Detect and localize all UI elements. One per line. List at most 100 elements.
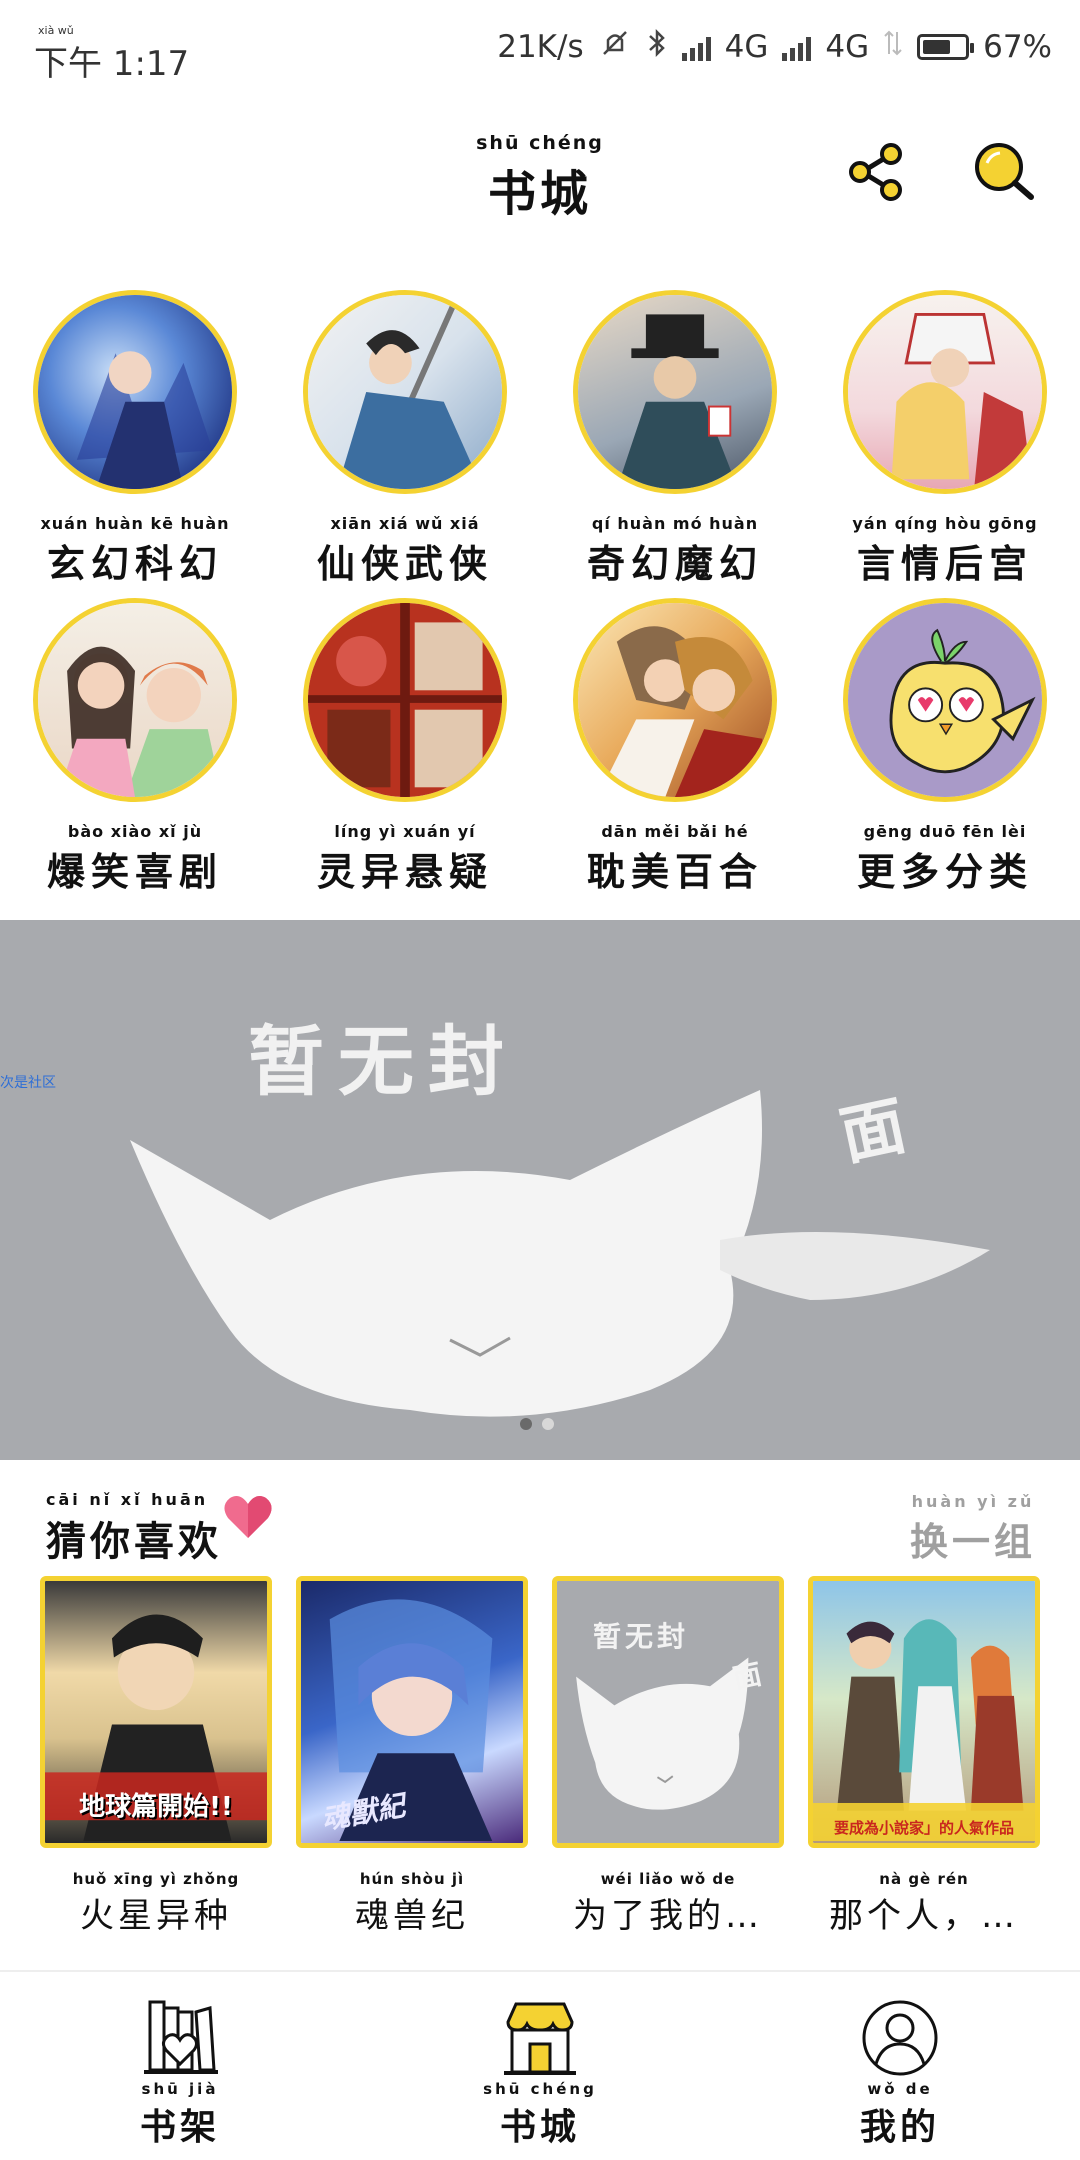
category-label: dān měi bǎi hé 耽美百合 [587,822,763,896]
category-xuanhuan[interactable]: xuán huàn kē huàn 玄幻科幻 [0,290,270,598]
data-arrows-icon [883,28,903,66]
category-pinyin: xuán huàn kē huàn [40,514,230,533]
category-pinyin: dān měi bǎi hé [601,822,749,841]
recommend-title-pinyin: cāi nǐ xǐ huān [46,1490,209,1509]
page-title: shū chéng 书城 [0,132,1080,224]
category-pinyin: xiān xiá wǔ xiá [330,514,480,533]
status-time: xià wǔ 下午 1:17 [34,24,190,85]
book-card[interactable]: 要成為小說家」的人氣作品 nà gè rén 那个人，… [808,1576,1040,1937]
carousel-dot[interactable] [542,1418,554,1430]
book-title-pinyin: huǒ xīng yì zhǒng [72,1870,240,1888]
banner-tag: 次是社区 [0,1075,56,1091]
book-cover-text: 要成為小說家」的人氣作品 [833,1819,1014,1837]
status-time-text: 下午 1:17 [34,44,190,84]
category-name: 灵异悬疑 [316,850,493,894]
nav-label: shū chéng 书城 [483,2080,597,2150]
category-label: xuán huàn kē huàn 玄幻科幻 [40,514,229,588]
category-image [33,598,237,802]
book-title-pinyin: hún shòu jì [359,1870,465,1888]
category-image [303,598,507,802]
nav-label: wǒ de 我的 [860,2080,940,2150]
book-title: hún shòu jì 魂兽纪 [296,1870,528,1937]
nav-label: shū jià 书架 [140,2080,220,2150]
category-label: xiān xiá wǔ xiá 仙侠武侠 [317,514,493,588]
battery-icon [917,34,975,60]
header: shū chéng 书城 [0,96,1080,266]
category-image [33,290,237,494]
book-card[interactable]: 地球篇開始!! huǒ xīng yì zhǒng 火星异种 [40,1576,272,1937]
battery-percent: 67% [983,29,1052,65]
category-pinyin: gēng duō fēn lèi [863,822,1027,841]
category-row: bào xiào xǐ jù 爆笑喜剧 líng yì xuán yí 灵异悬疑… [0,598,1080,906]
store-icon [504,2002,576,2075]
nav-pinyin: shū jià [141,2080,219,2098]
category-name: 奇幻魔幻 [586,542,763,586]
category-image [843,290,1047,494]
category-row: xuán huàn kē huàn 玄幻科幻 xiān xiá wǔ xiá 仙… [0,290,1080,598]
page-title-text: 书城 [487,166,592,222]
category-image [573,290,777,494]
book-title: wéi liǎo wǒ de 为了我的… [552,1870,784,1937]
book-title-text: 火星异种 [80,1896,232,1936]
signal-icon-2 [782,33,812,61]
bluetooth-icon [646,26,668,68]
nav-pinyin: shū chéng [483,2080,597,2098]
heart-icon [224,1496,272,1538]
category-pinyin: bào xiào xǐ jù [67,822,203,841]
placeholder-cat-image [130,1090,990,1417]
category-baoxiao[interactable]: bào xiào xǐ jù 爆笑喜剧 [0,598,270,906]
status-bar: xià wǔ 下午 1:17 21K/s 4G 4G 67% [0,0,1080,96]
category-yanqing[interactable]: yán qíng hòu gōng 言情后宫 [810,290,1080,598]
category-qihuan[interactable]: qí huàn mó huàn 奇幻魔幻 [540,290,810,598]
category-name: 玄幻科幻 [46,542,223,586]
carousel-dot[interactable] [520,1418,532,1430]
nav-mine[interactable]: wǒ de 我的 [720,1972,1080,2160]
book-title: huǒ xīng yì zhǒng 火星异种 [40,1870,272,1937]
nav-text: 书架 [139,2107,220,2148]
book-cover: 要成為小說家」的人氣作品 [808,1576,1040,1848]
status-time-pinyin: xià wǔ [38,24,74,37]
share-button[interactable] [836,132,916,212]
search-button[interactable] [964,132,1044,212]
page-title-pinyin: shū chéng [476,132,604,154]
category-name: 耽美百合 [586,850,763,894]
category-name: 言情后宫 [856,542,1033,586]
book-title: nà gè rén 那个人，… [808,1870,1040,1937]
book-title-text: 那个人，… [829,1896,1019,1936]
category-label: yán qíng hòu gōng 言情后宫 [852,514,1037,588]
category-name: 更多分类 [856,850,1033,894]
category-name: 仙侠武侠 [316,542,493,586]
refresh-pinyin: huàn yì zǔ [911,1492,1035,1511]
category-label: bào xiào xǐ jù 爆笑喜剧 [47,822,223,896]
book-card[interactable]: 魂獸紀 hún shòu jì 魂兽纪 [296,1576,528,1937]
category-label: gēng duō fēn lèi 更多分类 [857,822,1033,896]
book-cover: 暂无封 面 [552,1576,784,1848]
book-cover-text: 地球篇開始!! [79,1792,233,1822]
book-title-text: 魂兽纪 [355,1896,469,1936]
category-pinyin: líng yì xuán yí [334,822,476,841]
book-card[interactable]: 暂无封 面 wéi liǎo wǒ de 为了我的… [552,1576,784,1937]
search-icon [975,143,1034,200]
category-lingyi[interactable]: líng yì xuán yí 灵异悬疑 [270,598,540,906]
carousel-indicators [520,1418,554,1430]
category-image [843,598,1047,802]
category-pinyin: qí huàn mó huàn [591,514,759,533]
book-cover: 地球篇開始!! [40,1576,272,1848]
nav-bookstore[interactable]: shū chéng 书城 [360,1972,720,2160]
network-type-2: 4G [825,29,870,65]
nav-pinyin: wǒ de [867,2080,933,2098]
status-icons: 21K/s 4G 4G 67% [497,26,1052,68]
recommend-section: cāi nǐ xǐ huān 猜你喜欢 huàn yì zǔ 换一组 地球篇開始… [0,1480,1080,1936]
nav-bookshelf[interactable]: shū jià 书架 [0,1972,360,2160]
recommend-title-text: 猜你喜欢 [46,1519,222,1565]
bookshelf-icon [144,2000,218,2074]
category-xianxia[interactable]: xiān xiá wǔ xiá 仙侠武侠 [270,290,540,598]
banner-carousel[interactable]: 次是社区 暂无封 面 [0,920,1080,1460]
category-label: líng yì xuán yí 灵异悬疑 [317,822,493,896]
category-image [303,290,507,494]
category-more[interactable]: gēng duō fēn lèi 更多分类 [810,598,1080,906]
refresh-button[interactable]: huàn yì zǔ 换一组 [910,1492,1036,1566]
book-title-text: 为了我的… [573,1896,763,1936]
refresh-label: 换一组 [909,1520,1036,1564]
category-danmei[interactable]: dān měi bǎi hé 耽美百合 [540,598,810,906]
